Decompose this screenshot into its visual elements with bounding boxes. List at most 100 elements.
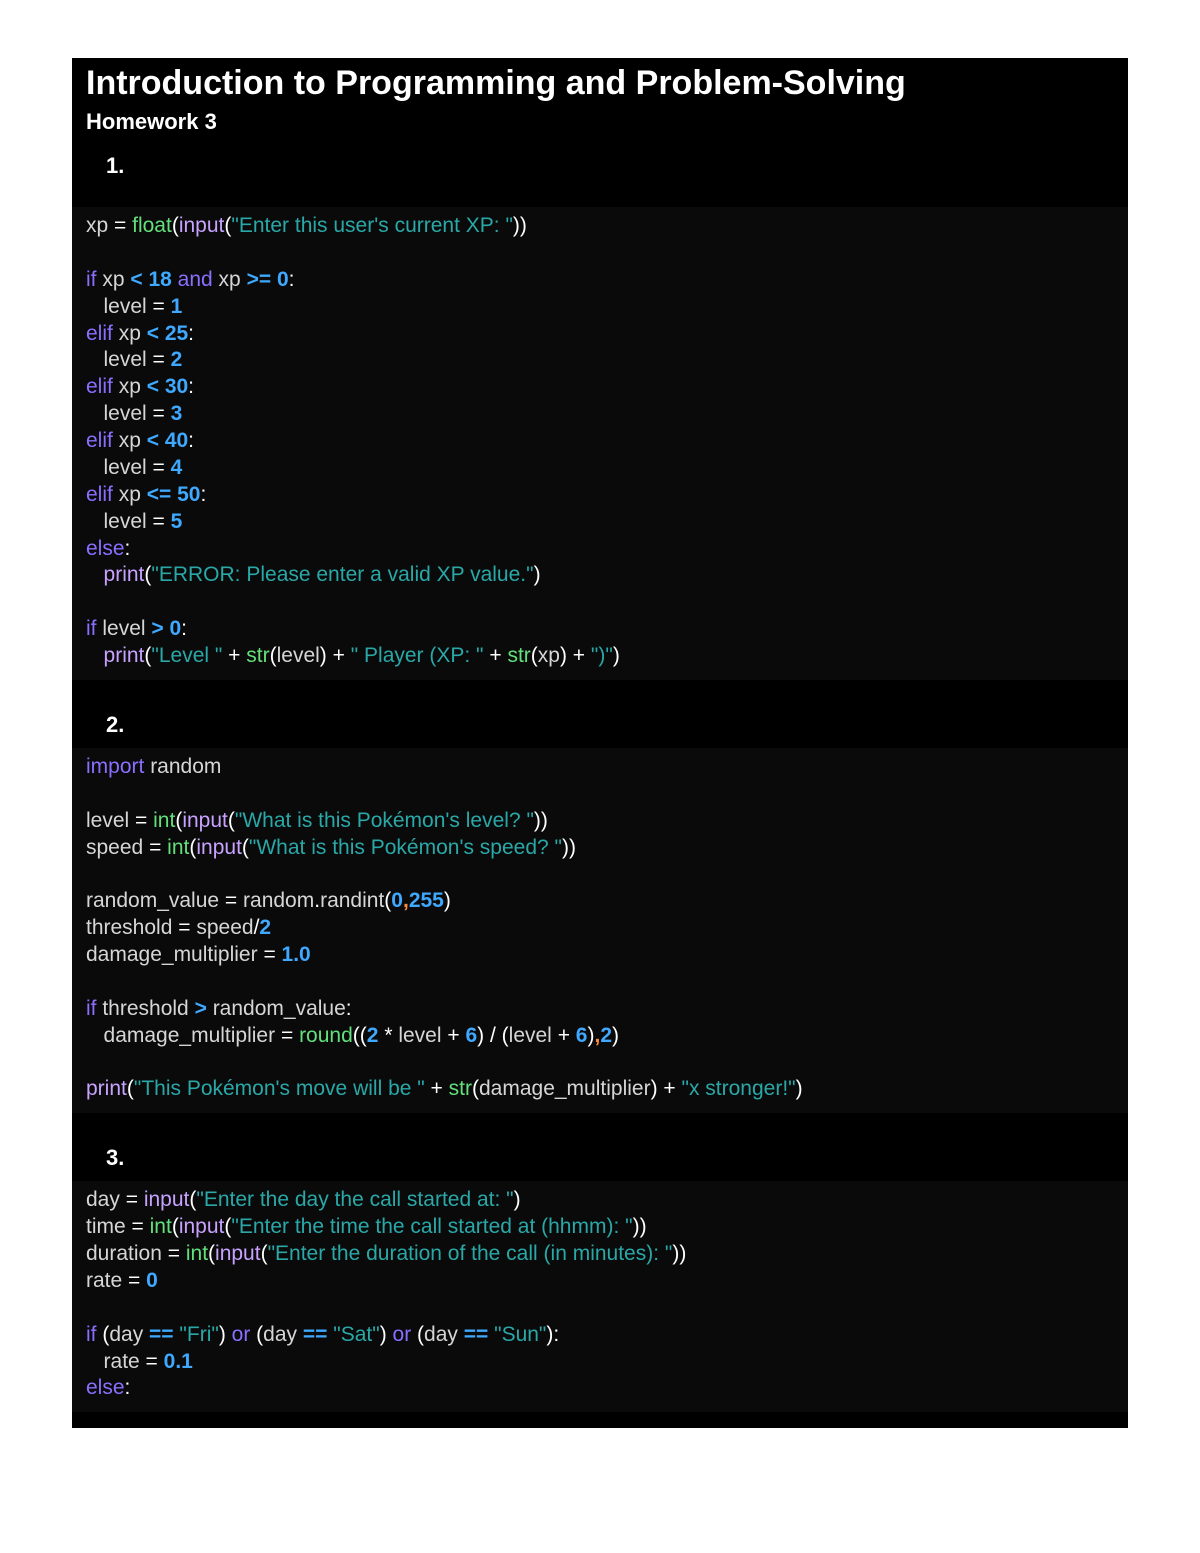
token-type: str: [246, 644, 269, 667]
token-op: =: [263, 943, 281, 966]
token-op: =: [225, 889, 243, 912]
token-kw: import: [86, 755, 150, 778]
token-indent: [86, 1024, 104, 1047]
token-type: int: [186, 1242, 208, 1265]
token-num: 2: [600, 1024, 612, 1047]
token-paren: (: [531, 644, 538, 667]
token-var: xp: [119, 483, 147, 506]
token-var: level: [104, 456, 153, 479]
token-op: ==: [303, 1323, 333, 1346]
token-num: 0: [146, 1269, 158, 1292]
token-op: :: [125, 1376, 131, 1399]
token-kw: elif: [86, 322, 119, 345]
token-paren: )): [534, 809, 548, 832]
token-kw: if: [86, 617, 102, 640]
token-num: 30: [165, 375, 188, 398]
token-str: "What is this Pokémon's level? ": [235, 809, 534, 832]
spacer: [72, 680, 1128, 706]
token-fn: print: [86, 1077, 127, 1100]
question-3-heading: 3.: [72, 1139, 1128, 1181]
token-fn: input: [179, 214, 225, 237]
token-indent: [86, 348, 104, 371]
token-op: :: [346, 997, 352, 1020]
token-paren: )): [562, 836, 576, 859]
token-op: +: [558, 1024, 576, 1047]
token-num: 1: [171, 295, 183, 318]
token-indent: [86, 456, 104, 479]
token-indent: [86, 563, 104, 586]
token-op: =: [126, 1188, 144, 1211]
question-1-heading: 1.: [72, 147, 1128, 189]
token-num: 2: [171, 348, 183, 371]
token-fn: input: [144, 1188, 190, 1211]
token-op: =: [178, 916, 196, 939]
token-kw: if: [86, 1323, 102, 1346]
token-num: 0.1: [164, 1350, 193, 1373]
token-paren: ): [796, 1077, 803, 1100]
token-str: "Enter the time the call started at (hhm…: [231, 1215, 632, 1238]
token-op: =: [281, 1024, 299, 1047]
token-attr: randint: [320, 889, 384, 912]
token-paren: ): [380, 1323, 393, 1346]
token-op: >=: [247, 268, 277, 291]
token-op: <: [147, 375, 165, 398]
token-op: =: [132, 1215, 150, 1238]
token-str: "Fri": [179, 1323, 218, 1346]
token-str: "This Pokémon's move will be ": [134, 1077, 425, 1100]
token-paren: )): [672, 1242, 686, 1265]
token-kw: else: [86, 537, 125, 560]
token-paren: ): [514, 1188, 521, 1211]
token-type: int: [150, 1215, 172, 1238]
token-paren: ): [560, 644, 573, 667]
token-var: threshold: [102, 997, 194, 1020]
token-type: round: [299, 1024, 353, 1047]
token-indent: [86, 295, 104, 318]
token-var: damage_multiplier: [479, 1077, 651, 1100]
token-num: 0: [277, 268, 289, 291]
token-type: str: [449, 1077, 472, 1100]
token-var: day: [86, 1188, 126, 1211]
token-paren: (: [127, 1077, 134, 1100]
code-block-2: import random level = int(input("What is…: [72, 748, 1128, 1113]
token-kw: and: [178, 268, 219, 291]
token-num: 0: [169, 617, 181, 640]
token-num: 2: [259, 916, 271, 939]
token-num: 1.0: [282, 943, 311, 966]
token-var: rate: [86, 1269, 128, 1292]
token-var: rate: [104, 1350, 146, 1373]
token-op: +: [425, 1077, 449, 1100]
token-str: " Player (XP: ": [351, 644, 484, 667]
token-op: :: [289, 268, 295, 291]
token-op: +: [484, 644, 508, 667]
token-str: "Enter the duration of the call (in minu…: [268, 1242, 673, 1265]
token-fn: input: [179, 1215, 225, 1238]
token-var: xp: [219, 268, 247, 291]
page-title: Introduction to Programming and Problem-…: [72, 62, 1128, 107]
token-str: "Enter the day the call started at: ": [196, 1188, 513, 1211]
token-paren: (: [417, 1323, 424, 1346]
token-paren: ): [651, 1077, 664, 1100]
token-paren: ): [612, 1024, 619, 1047]
token-type: int: [153, 809, 175, 832]
code-block-1: xp = float(input("Enter this user's curr…: [72, 207, 1128, 680]
token-var: day: [424, 1323, 464, 1346]
token-op: <: [147, 322, 165, 345]
token-var: random_value: [86, 889, 225, 912]
token-num: 40: [165, 429, 188, 452]
token-indent: [86, 402, 104, 425]
token-paren: )): [513, 214, 527, 237]
token-var: level: [102, 617, 151, 640]
token-num: 6: [465, 1024, 477, 1047]
token-fn: input: [215, 1242, 261, 1265]
token-var: xp: [119, 375, 147, 398]
token-op: =: [149, 836, 167, 859]
token-indent: [86, 644, 104, 667]
token-kw: elif: [86, 429, 119, 452]
token-op: :: [188, 322, 194, 345]
token-str: "Level ": [151, 644, 222, 667]
token-op: :: [181, 617, 187, 640]
token-kw: or: [232, 1323, 257, 1346]
token-var: xp: [538, 644, 560, 667]
token-num: 25: [165, 322, 188, 345]
token-str: "What is this Pokémon's speed? ": [249, 836, 562, 859]
